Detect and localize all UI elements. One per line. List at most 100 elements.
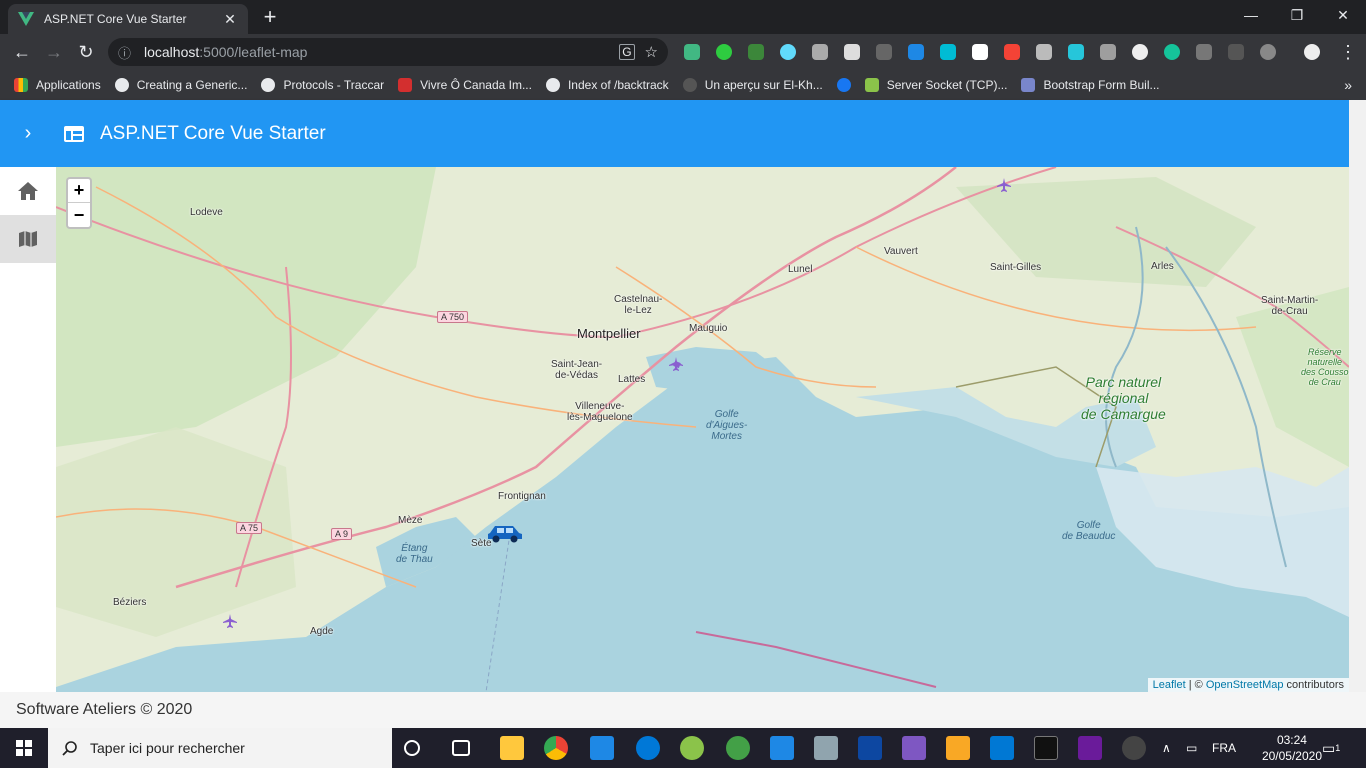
brush-extension-icon[interactable] bbox=[972, 44, 988, 60]
tray-overflow-icon[interactable]: ∧ bbox=[1162, 728, 1171, 768]
canada-flag-icon bbox=[398, 78, 413, 92]
zoom-in-button[interactable]: + bbox=[68, 179, 90, 203]
bookmark-item[interactable]: Vivre Ô Canada Im... bbox=[398, 78, 532, 92]
task-view-icon[interactable] bbox=[452, 740, 470, 756]
nodejs-extension-icon[interactable] bbox=[748, 44, 764, 60]
bookmark-item[interactable]: Protocols - Traccar bbox=[261, 78, 384, 92]
file-explorer-icon[interactable] bbox=[500, 736, 524, 760]
browser-tab[interactable]: ASP.NET Core Vue Starter ✕ bbox=[8, 4, 248, 34]
airport-icon bbox=[669, 357, 683, 371]
back-icon[interactable]: ← bbox=[10, 40, 34, 64]
vue-devtools-icon[interactable] bbox=[684, 44, 700, 60]
leaflet-map[interactable]: Lodeve Lunel Vauvert Saint-Gilles Arles … bbox=[56, 167, 1349, 692]
gray-extension-icon[interactable] bbox=[1036, 44, 1052, 60]
chrome-icon[interactable] bbox=[544, 736, 568, 760]
bookmark-item[interactable]: Applications bbox=[14, 78, 101, 92]
notifications-icon[interactable]: ▭ 1 bbox=[1322, 728, 1340, 768]
azure-icon[interactable] bbox=[990, 736, 1014, 760]
blue-extension-icon[interactable] bbox=[940, 44, 956, 60]
pen-extension-icon[interactable] bbox=[844, 44, 860, 60]
attribution-contributors: contributors bbox=[1283, 679, 1344, 691]
bookmark-item[interactable]: Bootstrap Form Buil... bbox=[1021, 78, 1160, 92]
wifi-app-icon[interactable] bbox=[1122, 736, 1146, 760]
attribution-separator: | © bbox=[1185, 679, 1206, 691]
zoom-out-button[interactable]: − bbox=[68, 203, 90, 227]
airport-icon bbox=[997, 178, 1011, 192]
bookmark-label: Protocols - Traccar bbox=[283, 78, 385, 92]
drawer-toggle-icon[interactable]: › bbox=[0, 122, 56, 145]
bookmark-item[interactable]: Creating a Generic... bbox=[114, 78, 247, 92]
close-window-button[interactable]: ✕ bbox=[1320, 0, 1366, 30]
bookmark-item[interactable]: Index of /backtrack bbox=[545, 78, 669, 92]
device-extension-icon[interactable] bbox=[1100, 44, 1116, 60]
terminal-preview-icon[interactable] bbox=[1078, 736, 1102, 760]
profile-avatar[interactable] bbox=[1304, 44, 1320, 60]
map-label-saint-martin: Saint-Martin- de-Crau bbox=[1261, 295, 1319, 317]
translate-extension-icon[interactable] bbox=[908, 44, 924, 60]
edge-icon[interactable] bbox=[636, 736, 660, 760]
remote-desktop-icon[interactable] bbox=[814, 736, 838, 760]
minimize-button[interactable]: — bbox=[1228, 0, 1274, 30]
site-info-icon[interactable]: ⓘ bbox=[118, 43, 138, 62]
translate-icon[interactable]: G bbox=[619, 44, 635, 60]
server-icon bbox=[864, 78, 879, 92]
card-extension-icon[interactable] bbox=[1196, 44, 1212, 60]
terminal-icon[interactable] bbox=[1034, 736, 1058, 760]
forward-icon[interactable]: → bbox=[42, 40, 66, 64]
map-label-saint-gilles: Saint-Gilles bbox=[990, 262, 1042, 273]
menu-kebab-icon[interactable]: ⋮ bbox=[1336, 40, 1360, 64]
map-icon bbox=[19, 231, 37, 247]
sync-extension-icon[interactable] bbox=[1260, 44, 1276, 60]
leaflet-link[interactable]: Leaflet bbox=[1153, 679, 1186, 691]
vscode-icon[interactable] bbox=[590, 736, 614, 760]
bookmark-star-icon[interactable]: ☆ bbox=[645, 43, 658, 61]
circles-extension-icon[interactable] bbox=[1132, 44, 1148, 60]
new-tab-button[interactable]: + bbox=[258, 6, 282, 28]
clock[interactable]: 03:24 20/05/2020 bbox=[1262, 732, 1322, 764]
nav-item-map[interactable] bbox=[0, 215, 56, 263]
page-scrollbar[interactable] bbox=[1349, 100, 1366, 692]
network-app-icon[interactable] bbox=[946, 736, 970, 760]
bookmark-item[interactable] bbox=[836, 78, 851, 92]
cortana-icon[interactable] bbox=[404, 740, 420, 756]
settings-extension-icon[interactable] bbox=[1068, 44, 1084, 60]
bookmark-item[interactable]: Un aperçu sur El-Kh... bbox=[682, 78, 823, 92]
app-icon[interactable] bbox=[680, 736, 704, 760]
page-content: › ASP.NET Core Vue Starter Lodeve Lunel … bbox=[0, 100, 1366, 728]
my-extension-icon[interactable] bbox=[1228, 44, 1244, 60]
close-tab-icon[interactable]: ✕ bbox=[222, 11, 238, 28]
battery-icon[interactable]: ▭ bbox=[1186, 728, 1197, 768]
url-text[interactable]: localhost:5000/leaflet-map bbox=[144, 44, 609, 60]
bookmark-label: Applications bbox=[36, 78, 101, 92]
map-tiles[interactable] bbox=[56, 167, 1349, 692]
map-label-beziers: Béziers bbox=[113, 597, 147, 608]
bookmarks-overflow-icon[interactable]: » bbox=[1344, 77, 1352, 93]
red-extension-icon[interactable] bbox=[1004, 44, 1020, 60]
openstreetmap-link[interactable]: OpenStreetMap bbox=[1206, 679, 1284, 691]
globe-app-icon[interactable] bbox=[726, 736, 750, 760]
globe-icon bbox=[114, 78, 129, 92]
start-button[interactable] bbox=[0, 728, 48, 768]
car-marker-icon[interactable] bbox=[486, 523, 524, 543]
tab-title: ASP.NET Core Vue Starter bbox=[44, 12, 187, 26]
traccar-icon bbox=[261, 78, 276, 92]
bookmark-item[interactable]: Server Socket (TCP)... bbox=[864, 78, 1007, 92]
mail-icon[interactable] bbox=[770, 736, 794, 760]
powershell-icon[interactable] bbox=[858, 736, 882, 760]
reload-icon[interactable]: ↻ bbox=[74, 40, 98, 64]
nav-item-home[interactable] bbox=[0, 167, 56, 215]
recycle-extension-icon[interactable] bbox=[876, 44, 892, 60]
maximize-button[interactable]: ❐ bbox=[1274, 0, 1320, 30]
grammarly-icon[interactable] bbox=[1164, 44, 1180, 60]
react-devtools-icon[interactable] bbox=[780, 44, 796, 60]
gear-extension-icon[interactable] bbox=[812, 44, 828, 60]
visual-studio-icon[interactable] bbox=[902, 736, 926, 760]
check-extension-icon[interactable] bbox=[716, 44, 732, 60]
globe-icon bbox=[545, 78, 560, 92]
address-bar[interactable]: ⓘ localhost:5000/leaflet-map G ☆ bbox=[108, 38, 668, 66]
keyboard-language[interactable]: FRA bbox=[1212, 728, 1236, 768]
search-placeholder: Taper ici pour rechercher bbox=[90, 740, 245, 756]
taskbar-search-input[interactable]: Taper ici pour rechercher bbox=[48, 728, 392, 768]
map-label-meze: Mèze bbox=[398, 515, 423, 526]
navigation-drawer bbox=[0, 167, 56, 692]
